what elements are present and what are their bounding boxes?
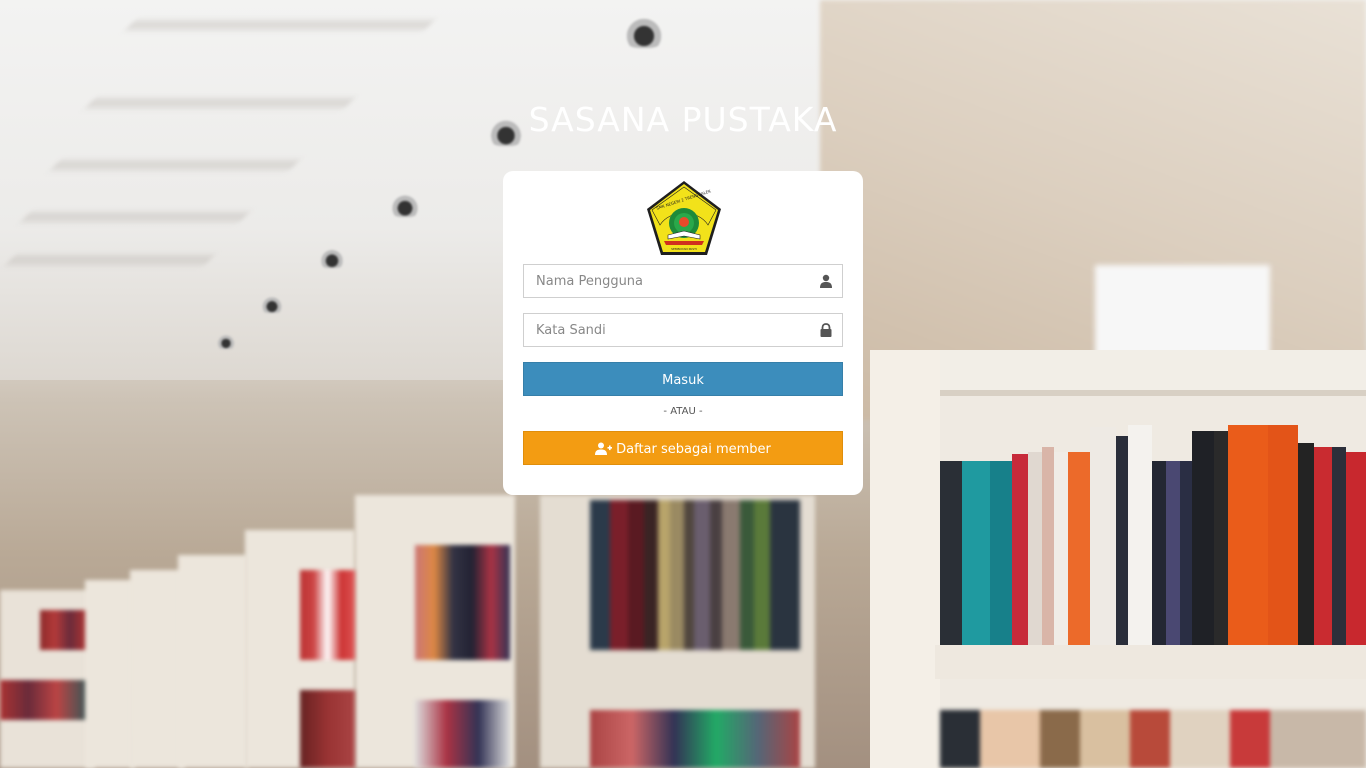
- username-field[interactable]: [523, 264, 843, 298]
- login-card: SMK NEGERI 2 TRENGGALEK SEMBOYAN PASTI M…: [503, 171, 863, 495]
- user-plus-icon: [595, 442, 613, 455]
- user-icon: [820, 274, 832, 288]
- register-button[interactable]: Daftar sebagai member: [523, 431, 843, 465]
- ceiling-camera: [216, 335, 236, 349]
- lock-icon: [820, 323, 832, 337]
- app-title: SASANA PUSTAKA: [528, 100, 838, 139]
- login-button[interactable]: Masuk: [523, 362, 843, 396]
- ceiling-camera: [318, 250, 346, 268]
- logo-text-bottom: SEMBOYAN PASTI: [671, 247, 697, 251]
- ceiling-camera: [622, 18, 666, 48]
- ceiling-camera: [389, 195, 421, 217]
- ceiling-camera: [260, 297, 284, 313]
- password-field[interactable]: [523, 313, 843, 347]
- bookshelf-books: [940, 420, 1366, 645]
- password-input[interactable]: [524, 314, 804, 346]
- bookshelf-books-lower: [940, 710, 1366, 768]
- or-separator: - ATAU -: [663, 406, 703, 417]
- username-input[interactable]: [524, 265, 804, 297]
- bookshelf-middle: [590, 500, 800, 650]
- school-logo: SMK NEGERI 2 TRENGGALEK SEMBOYAN PASTI: [647, 181, 721, 255]
- register-button-label: Daftar sebagai member: [616, 442, 771, 457]
